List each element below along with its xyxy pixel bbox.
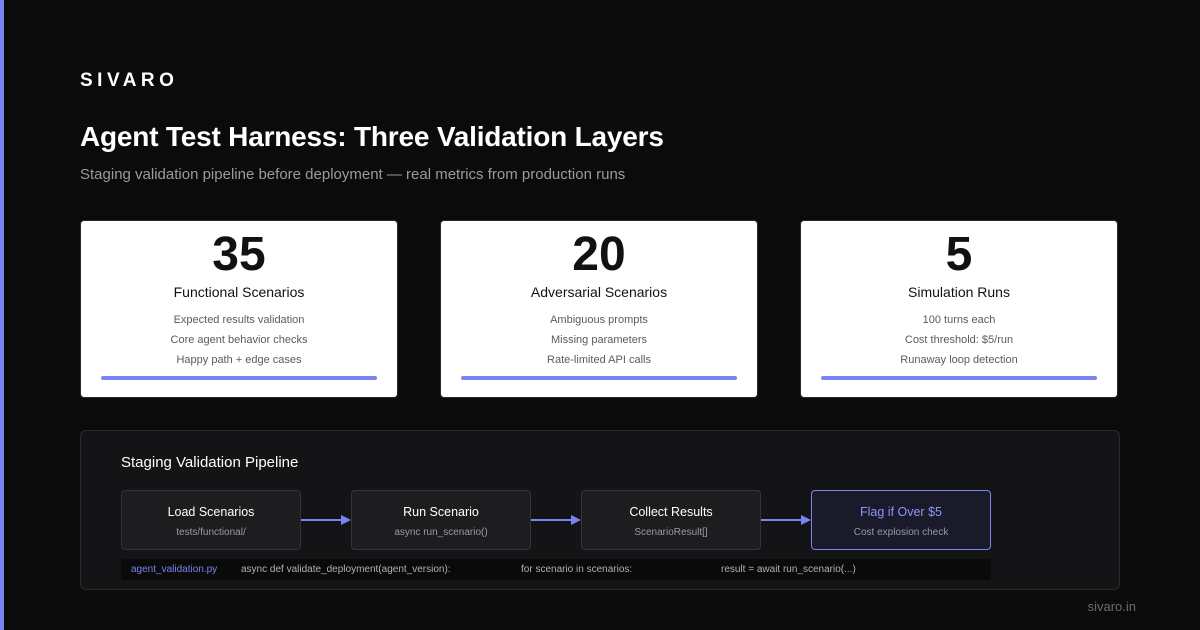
step-label: Run Scenario	[403, 505, 479, 519]
card-detail: Ambiguous prompts	[550, 314, 648, 326]
card-label: Functional Scenarios	[173, 284, 305, 300]
step-sub: Cost explosion check	[853, 527, 949, 538]
step-sub: async run_scenario()	[394, 527, 488, 538]
card-detail: Rate-limited API calls	[547, 354, 651, 366]
step-sub: ScenarioResult[]	[634, 527, 708, 538]
footer-url: sivaro.in	[1087, 599, 1136, 614]
arrow-right-icon	[301, 514, 351, 526]
card-label: Adversarial Scenarios	[530, 284, 668, 300]
card-detail: Happy path + edge cases	[176, 354, 302, 366]
card-functional-scenarios: 35 Functional Scenarios Expected results…	[80, 220, 398, 398]
card-details: Ambiguous prompts Missing parameters Rat…	[441, 310, 757, 370]
card-label: Simulation Runs	[908, 284, 1010, 300]
step-label: Load Scenarios	[167, 505, 255, 519]
card-accent-bar	[101, 376, 377, 380]
card-detail: Runaway loop detection	[900, 354, 1018, 366]
card-details: Expected results validation Core agent b…	[81, 310, 397, 370]
code-snippet-bar: agent_validation.py async def validate_d…	[121, 559, 991, 580]
pipeline-step-load-scenarios: Load Scenarios tests/functional/	[121, 490, 301, 550]
page-subtitle: Staging validation pipeline before deplo…	[80, 166, 626, 183]
code-fragment: result = await run_scenario(...)	[721, 564, 856, 575]
card-detail: Cost threshold: $5/run	[904, 334, 1014, 346]
accent-bar	[0, 0, 4, 630]
arrow-right-icon	[761, 514, 811, 526]
card-detail: 100 turns each	[922, 314, 996, 326]
card-number: 5	[945, 228, 973, 281]
card-detail: Expected results validation	[173, 314, 305, 326]
brand-logo: SIVARO	[80, 70, 179, 91]
card-details: 100 turns each Cost threshold: $5/run Ru…	[801, 310, 1117, 370]
card-accent-bar	[821, 376, 1097, 380]
card-accent-bar	[461, 376, 737, 380]
step-label: Collect Results	[629, 505, 713, 519]
card-adversarial-scenarios: 20 Adversarial Scenarios Ambiguous promp…	[440, 220, 758, 398]
code-fragment: async def validate_deployment(agent_vers…	[241, 564, 451, 575]
step-sub: tests/functional/	[176, 527, 246, 538]
step-label: Flag if Over $5	[860, 505, 942, 519]
arrow-right-icon	[531, 514, 581, 526]
card-detail: Core agent behavior checks	[170, 334, 308, 346]
pipeline-step-flag-cost: Flag if Over $5 Cost explosion check	[811, 490, 991, 550]
card-simulation-runs: 5 Simulation Runs 100 turns each Cost th…	[800, 220, 1118, 398]
card-number: 20	[572, 228, 626, 281]
code-fragment: for scenario in scenarios:	[521, 564, 633, 575]
card-detail: Missing parameters	[551, 334, 647, 346]
pipeline-step-collect-results: Collect Results ScenarioResult[]	[581, 490, 761, 550]
card-number: 35	[212, 228, 266, 281]
page-title: Agent Test Harness: Three Validation Lay…	[80, 121, 664, 152]
pipeline-step-run-scenario: Run Scenario async run_scenario()	[351, 490, 531, 550]
pipeline-title: Staging Validation Pipeline	[121, 454, 299, 471]
code-filename: agent_validation.py	[131, 564, 218, 575]
pipeline-panel: Staging Validation Pipeline Load Scenari…	[80, 430, 1120, 590]
